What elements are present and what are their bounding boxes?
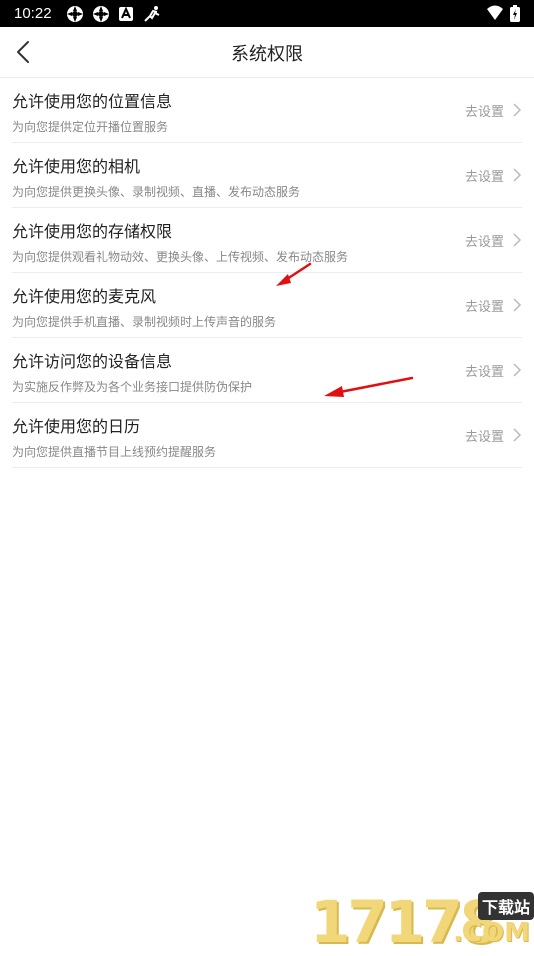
permission-desc: 为实施反作弊及为各个业务接口提供防伪保护: [12, 380, 253, 394]
go-settings-link[interactable]: 去设置: [465, 426, 504, 445]
battery-charging-icon: [510, 5, 520, 22]
annotation-arrow-icon: [324, 376, 414, 397]
permission-title: 允许使用您的存储权限: [12, 222, 173, 241]
running-icon: [144, 6, 160, 22]
wifi-icon: [487, 5, 503, 20]
permission-item-camera[interactable]: 允许使用您的相机 为向您提供更换头像、录制视频、直播、发布动态服务 去设置: [12, 143, 522, 208]
page-title: 系统权限: [231, 44, 303, 65]
permission-desc: 为向您提供定位开播位置服务: [12, 120, 169, 134]
app-notification-icon: [67, 6, 83, 22]
chevron-right-icon: [513, 168, 522, 182]
go-settings-link[interactable]: 去设置: [465, 296, 504, 315]
permission-item-microphone[interactable]: 允许使用您的麦克风 为向您提供手机直播、录制视频时上传声音的服务 去设置: [12, 273, 522, 338]
status-bar: 10:22: [0, 0, 534, 27]
chevron-right-icon: [513, 233, 522, 247]
permission-item-storage[interactable]: 允许使用您的存储权限 为向您提供观看礼物动效、更换头像、上传视频、发布动态服务 …: [12, 208, 522, 273]
permission-title: 允许使用您的相机: [12, 157, 141, 176]
chevron-right-icon: [513, 103, 522, 117]
permission-title: 允许访问您的设备信息: [12, 352, 173, 371]
status-time: 10:22: [14, 5, 52, 22]
notification-icons: [66, 5, 162, 23]
permission-title: 允许使用您的位置信息: [12, 92, 173, 111]
permission-desc: 为向您提供直播节目上线预约提醒服务: [12, 445, 217, 459]
app-header: 系统权限: [0, 27, 534, 78]
app-notification-icon: [93, 6, 109, 22]
chevron-right-icon: [513, 428, 522, 442]
permission-title: 允许使用您的日历: [12, 417, 141, 436]
chevron-right-icon: [513, 298, 522, 312]
chevron-right-icon: [513, 363, 522, 377]
watermark-tag: 下载站: [477, 892, 534, 920]
go-settings-link[interactable]: 去设置: [465, 166, 504, 185]
permission-list: 允许使用您的位置信息 为向您提供定位开播位置服务 去设置 允许使用您的相机 为向…: [0, 78, 534, 468]
app-a-icon: [119, 6, 133, 21]
permission-desc: 为向您提供手机直播、录制视频时上传声音的服务: [12, 315, 277, 329]
permission-item-device-info[interactable]: 允许访问您的设备信息 为实施反作弊及为各个业务接口提供防伪保护 去设置: [12, 338, 522, 403]
permission-item-location[interactable]: 允许使用您的位置信息 为向您提供定位开播位置服务 去设置: [12, 78, 522, 143]
go-settings-link[interactable]: 去设置: [465, 101, 504, 120]
annotation-arrow-icon: [276, 262, 312, 286]
site-watermark: 17178 下载站 .COM: [310, 888, 534, 956]
go-settings-link[interactable]: 去设置: [465, 361, 504, 380]
system-status-icons: [486, 5, 520, 22]
permission-desc: 为向您提供更换头像、录制视频、直播、发布动态服务: [12, 185, 301, 199]
watermark-suffix: .COM: [453, 918, 530, 948]
go-settings-link[interactable]: 去设置: [465, 231, 504, 250]
permission-item-calendar[interactable]: 允许使用您的日历 为向您提供直播节目上线预约提醒服务 去设置: [12, 403, 522, 468]
permission-title: 允许使用您的麦克风: [12, 287, 157, 306]
